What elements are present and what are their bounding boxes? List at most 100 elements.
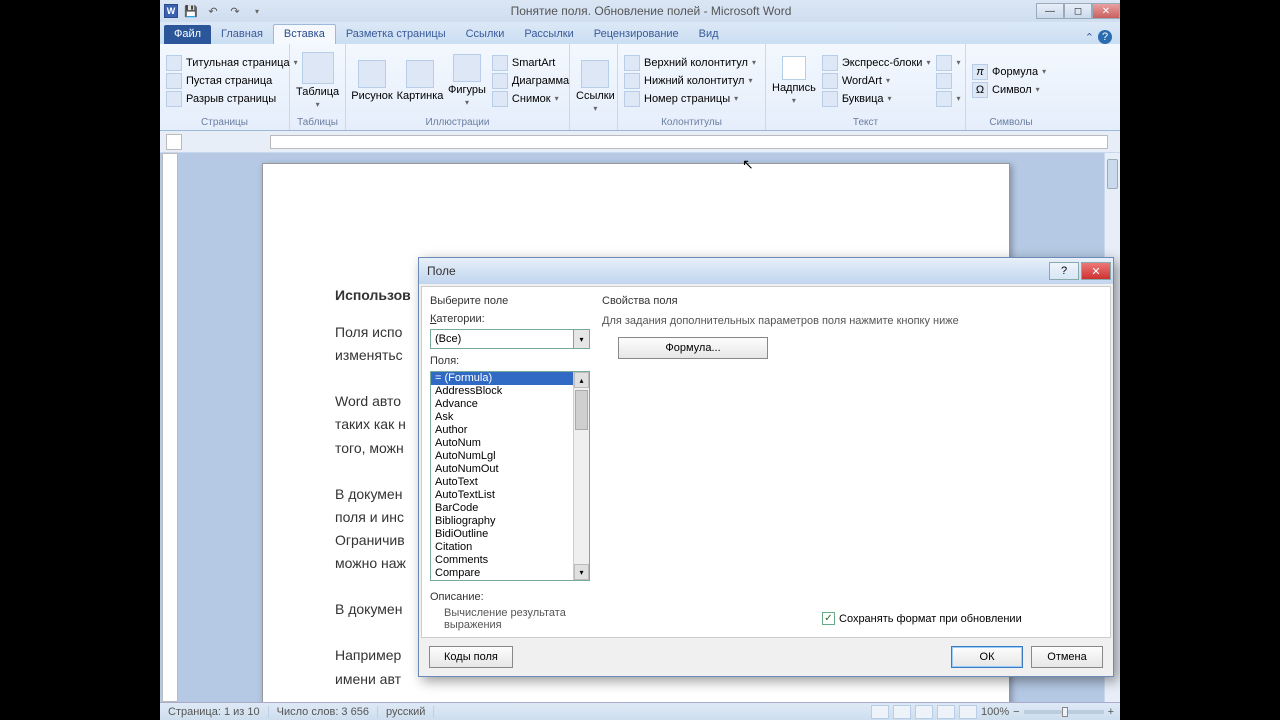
- qat-customize[interactable]: ▾: [248, 3, 266, 19]
- symbol-button[interactable]: ΩСимвол▾: [970, 81, 1052, 99]
- cancel-button[interactable]: Отмена: [1031, 646, 1103, 668]
- minimize-button[interactable]: —: [1036, 3, 1064, 19]
- dialog-close-button[interactable]: ✕: [1081, 262, 1111, 280]
- tab-layout[interactable]: Разметка страницы: [336, 25, 456, 44]
- field-list-item[interactable]: Author: [431, 424, 589, 437]
- page-number-button[interactable]: Номер страницы▾: [622, 90, 761, 108]
- listbox-scrollbar[interactable]: ▴ ▾: [573, 372, 589, 580]
- field-list-item[interactable]: Comments: [431, 554, 589, 567]
- status-page[interactable]: Страница: 1 из 10: [160, 706, 269, 718]
- cover-page-button[interactable]: Титульная страница▾: [164, 54, 285, 72]
- horizontal-ruler[interactable]: [270, 135, 1108, 149]
- shapes-button[interactable]: Фигуры▾: [446, 46, 488, 115]
- equation-button[interactable]: πФормула▾: [970, 63, 1052, 81]
- tab-insert[interactable]: Вставка: [273, 24, 336, 44]
- picture-button[interactable]: Рисунок: [350, 46, 394, 115]
- field-list-item[interactable]: AddressBlock: [431, 385, 589, 398]
- tab-selector[interactable]: [166, 134, 182, 150]
- maximize-button[interactable]: ◻: [1064, 3, 1092, 19]
- page-break-button[interactable]: Разрыв страницы: [164, 90, 285, 108]
- tab-references[interactable]: Ссылки: [456, 25, 515, 44]
- view-print-layout[interactable]: [871, 705, 889, 719]
- group-tables-label: Таблицы: [294, 115, 341, 130]
- field-list-item[interactable]: AutoNumLgl: [431, 450, 589, 463]
- object-button[interactable]: ▾: [934, 90, 962, 108]
- group-pages-label: Страницы: [164, 115, 285, 130]
- ok-button[interactable]: ОК: [951, 646, 1023, 668]
- zoom-in-button[interactable]: +: [1108, 706, 1114, 718]
- group-links-label: [574, 126, 613, 130]
- combo-arrow-icon[interactable]: ▾: [573, 330, 589, 348]
- quickparts-button[interactable]: Экспресс-блоки▾: [820, 54, 933, 72]
- formula-button[interactable]: Формула...: [618, 337, 768, 359]
- categories-combo[interactable]: (Все) ▾: [430, 329, 590, 349]
- wordart-button[interactable]: WordArt▾: [820, 72, 933, 90]
- signature-button[interactable]: ▾: [934, 54, 962, 72]
- field-list-item[interactable]: BidiOutline: [431, 528, 589, 541]
- zoom-out-button[interactable]: −: [1013, 706, 1019, 718]
- fields-listbox[interactable]: = (Formula)AddressBlockAdvanceAskAuthorA…: [430, 371, 590, 581]
- field-list-item[interactable]: Advance: [431, 398, 589, 411]
- field-list-item[interactable]: AutoNumOut: [431, 463, 589, 476]
- scroll-thumb[interactable]: [1107, 159, 1118, 189]
- preserve-format-checkbox[interactable]: ✓: [822, 612, 835, 625]
- footer-button[interactable]: Нижний колонтитул▾: [622, 72, 761, 90]
- textbox-button[interactable]: Надпись▾: [770, 46, 818, 115]
- choose-field-label: Выберите поле: [430, 293, 590, 311]
- tab-file[interactable]: Файл: [164, 25, 211, 44]
- scroll-down-icon[interactable]: ▾: [574, 564, 589, 580]
- group-text-label: Текст: [770, 115, 961, 130]
- window-title: Понятие поля. Обновление полей - Microso…: [266, 4, 1036, 18]
- dialog-titlebar[interactable]: Поле ? ✕: [419, 258, 1113, 284]
- field-list-item[interactable]: Ask: [431, 411, 589, 424]
- zoom-slider[interactable]: [1024, 710, 1104, 714]
- tab-view[interactable]: Вид: [689, 25, 729, 44]
- field-list-item[interactable]: Compare: [431, 567, 589, 580]
- ribbon-minimize-icon[interactable]: ⌃: [1085, 31, 1094, 44]
- vertical-ruler[interactable]: [162, 153, 178, 702]
- smartart-button[interactable]: SmartArt: [490, 54, 571, 72]
- field-codes-button[interactable]: Коды поля: [429, 646, 513, 668]
- field-list-item[interactable]: AutoText: [431, 476, 589, 489]
- dialog-help-button[interactable]: ?: [1049, 262, 1079, 280]
- tab-home[interactable]: Главная: [211, 25, 273, 44]
- zoom-level[interactable]: 100%: [981, 706, 1009, 718]
- close-button[interactable]: ✕: [1092, 3, 1120, 19]
- categories-label: Категории:: [430, 311, 590, 329]
- field-list-item[interactable]: = (Formula): [431, 372, 589, 385]
- view-draft[interactable]: [959, 705, 977, 719]
- dropcap-button[interactable]: Буквица▾: [820, 90, 933, 108]
- tab-mailings[interactable]: Рассылки: [514, 25, 583, 44]
- view-outline[interactable]: [937, 705, 955, 719]
- links-button[interactable]: Ссылки▾: [574, 46, 617, 126]
- table-button[interactable]: Таблица▾: [294, 46, 341, 115]
- status-language[interactable]: русский: [378, 706, 434, 718]
- scroll-thumb[interactable]: [575, 390, 588, 430]
- tab-review[interactable]: Рецензирование: [584, 25, 689, 44]
- categories-value: (Все): [435, 333, 461, 345]
- screenshot-button[interactable]: Снимок▾: [490, 90, 571, 108]
- field-props-text: Для задания дополнительных параметров по…: [602, 311, 1102, 337]
- help-icon[interactable]: ?: [1098, 30, 1112, 44]
- blank-page-button[interactable]: Пустая страница: [164, 72, 285, 90]
- field-props-label: Свойства поля: [602, 293, 1102, 311]
- group-hf-label: Колонтитулы: [622, 115, 761, 130]
- field-list-item[interactable]: AutoNum: [431, 437, 589, 450]
- view-web[interactable]: [915, 705, 933, 719]
- view-fullscreen[interactable]: [893, 705, 911, 719]
- field-list-item[interactable]: Bibliography: [431, 515, 589, 528]
- field-list-item[interactable]: BarCode: [431, 502, 589, 515]
- status-words[interactable]: Число слов: 3 656: [269, 706, 378, 718]
- chart-button[interactable]: Диаграмма: [490, 72, 571, 90]
- clipart-button[interactable]: Картинка: [396, 46, 444, 115]
- qat-redo[interactable]: ↷: [226, 3, 244, 19]
- qat-undo[interactable]: ↶: [204, 3, 222, 19]
- header-button[interactable]: Верхний колонтитул▾: [622, 54, 761, 72]
- scroll-up-icon[interactable]: ▴: [574, 372, 589, 388]
- datetime-button[interactable]: [934, 72, 962, 90]
- field-list-item[interactable]: CreateDate: [431, 580, 589, 581]
- field-list-item[interactable]: Citation: [431, 541, 589, 554]
- qat-save[interactable]: 💾: [182, 3, 200, 19]
- field-list-item[interactable]: AutoTextList: [431, 489, 589, 502]
- dialog-title: Поле: [427, 264, 456, 278]
